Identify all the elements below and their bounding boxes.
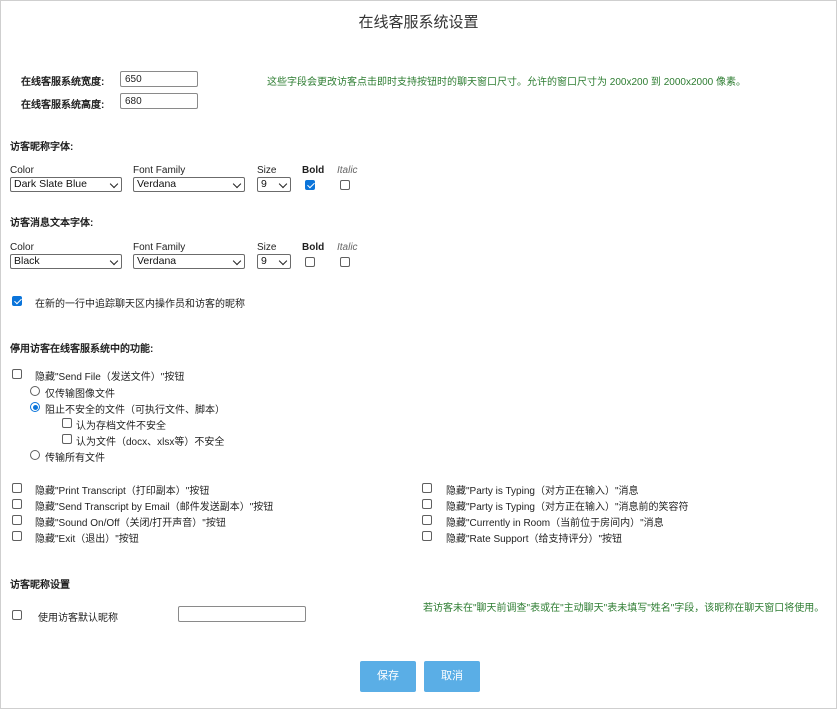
default-nickname-label: 使用访客默认昵称	[38, 613, 118, 624]
message-color-value: Black	[14, 255, 40, 267]
nickname-family-value: Verdana	[137, 178, 177, 190]
radio-images-only-label: 仅传输图像文件	[45, 389, 115, 400]
disable-features-heading: 停用访客在线客服系统中的功能:	[10, 344, 154, 355]
unsafe-archives-label: 认为存档文件不安全	[76, 421, 166, 432]
message-color-select[interactable]: Black	[10, 254, 122, 269]
newline-label: 在新的一行中追踪聊天区内操作员和访客的昵称	[35, 299, 245, 310]
font-family-header: Font Family	[133, 165, 186, 176]
radio-block-unsafe-label: 阻止不安全的文件（可执行文件、脚本）	[45, 405, 225, 416]
hide-send-file-checkbox[interactable]	[12, 369, 22, 379]
color-header: Color	[10, 165, 34, 176]
unsafe-docs-checkbox[interactable]	[62, 434, 72, 444]
radio-all-files-label: 传输所有文件	[45, 453, 105, 464]
nickname-color-select[interactable]: Dark Slate Blue	[10, 177, 122, 192]
hide-email-transcript-checkbox[interactable]	[12, 499, 22, 509]
nickname-size-value: 9	[261, 178, 267, 190]
chevron-down-icon	[232, 179, 242, 189]
hide-email-transcript-label: 隐藏"Send Transcript by Email（邮件发送副本）"按钮	[35, 502, 274, 513]
chevron-down-icon	[278, 256, 288, 266]
hide-rate-support-checkbox[interactable]	[422, 531, 432, 541]
default-nickname-note: 若访客未在"聊天前调查"表或在"主动聊天"表未填写"姓名"字段，该昵称在聊天窗口…	[423, 603, 825, 614]
nickname-font-heading: 访客昵称字体:	[10, 142, 74, 153]
message-italic-checkbox[interactable]	[340, 257, 350, 267]
cancel-button[interactable]: 取消	[424, 661, 480, 692]
nickname-bold-checkbox[interactable]	[305, 180, 315, 190]
hide-exit-checkbox[interactable]	[12, 531, 22, 541]
unsafe-docs-label: 认为文件（docx、xlsx等）不安全	[76, 437, 225, 448]
hide-print-transcript-checkbox[interactable]	[12, 483, 22, 493]
italic-header: Italic	[337, 242, 358, 253]
page-title: 在线客服系统设置	[358, 14, 479, 31]
message-size-value: 9	[261, 255, 267, 267]
save-button[interactable]: 保存	[360, 661, 416, 692]
message-bold-checkbox[interactable]	[305, 257, 315, 267]
width-input[interactable]	[120, 71, 198, 87]
newline-checkbox[interactable]	[12, 296, 22, 306]
nickname-italic-checkbox[interactable]	[340, 180, 350, 190]
hide-typing-smiley-label: 隐藏"Party is Typing（对方正在输入）"消息前的笑容符	[446, 502, 689, 513]
nickname-size-select[interactable]: 9	[257, 177, 291, 192]
message-family-select[interactable]: Verdana	[133, 254, 245, 269]
height-label: 在线客服系统高度:	[21, 100, 105, 111]
size-header: Size	[257, 242, 277, 253]
chevron-down-icon	[278, 179, 288, 189]
radio-block-unsafe[interactable]	[30, 402, 40, 412]
width-label: 在线客服系统宽度:	[21, 77, 105, 88]
italic-header: Italic	[337, 165, 358, 176]
default-nickname-input[interactable]	[178, 606, 306, 622]
hide-sound-label: 隐藏"Sound On/Off（关闭/打开声音）"按钮	[35, 518, 226, 529]
chevron-down-icon	[232, 256, 242, 266]
window-size-note: 这些字段会更改访客点击即时支持按钮时的聊天窗口尺寸。允许的窗口尺寸为 200x2…	[267, 77, 746, 88]
hide-in-room-label: 隐藏"Currently in Room（当前位于房间内）"消息	[446, 518, 664, 529]
nickname-family-select[interactable]: Verdana	[133, 177, 245, 192]
nickname-settings-heading: 访客昵称设置	[10, 580, 70, 591]
hide-sound-checkbox[interactable]	[12, 515, 22, 525]
bold-header: Bold	[302, 242, 325, 253]
radio-all-files[interactable]	[30, 450, 40, 460]
chevron-down-icon	[109, 179, 119, 189]
default-nickname-checkbox[interactable]	[12, 610, 22, 620]
hide-exit-label: 隐藏"Exit（退出）"按钮	[35, 534, 139, 545]
hide-typing-label: 隐藏"Party is Typing（对方正在输入）"消息	[446, 486, 639, 497]
hide-rate-support-label: 隐藏"Rate Support（给支持评分）"按钮	[446, 534, 623, 545]
hide-send-file-label: 隐藏"Send File（发送文件）"按钮	[35, 372, 185, 383]
chevron-down-icon	[109, 256, 119, 266]
hide-typing-smiley-checkbox[interactable]	[422, 499, 432, 509]
hide-typing-checkbox[interactable]	[422, 483, 432, 493]
hide-in-room-checkbox[interactable]	[422, 515, 432, 525]
bold-header: Bold	[302, 165, 325, 176]
message-family-value: Verdana	[137, 255, 177, 267]
height-input[interactable]	[120, 93, 198, 109]
font-family-header: Font Family	[133, 242, 186, 253]
color-header: Color	[10, 242, 34, 253]
message-font-heading: 访客消息文本字体:	[10, 218, 94, 229]
hide-print-transcript-label: 隐藏"Print Transcript（打印副本）"按钮	[35, 486, 210, 497]
size-header: Size	[257, 165, 277, 176]
radio-images-only[interactable]	[30, 386, 40, 396]
nickname-color-value: Dark Slate Blue	[14, 178, 87, 190]
message-size-select[interactable]: 9	[257, 254, 291, 269]
unsafe-archives-checkbox[interactable]	[62, 418, 72, 428]
